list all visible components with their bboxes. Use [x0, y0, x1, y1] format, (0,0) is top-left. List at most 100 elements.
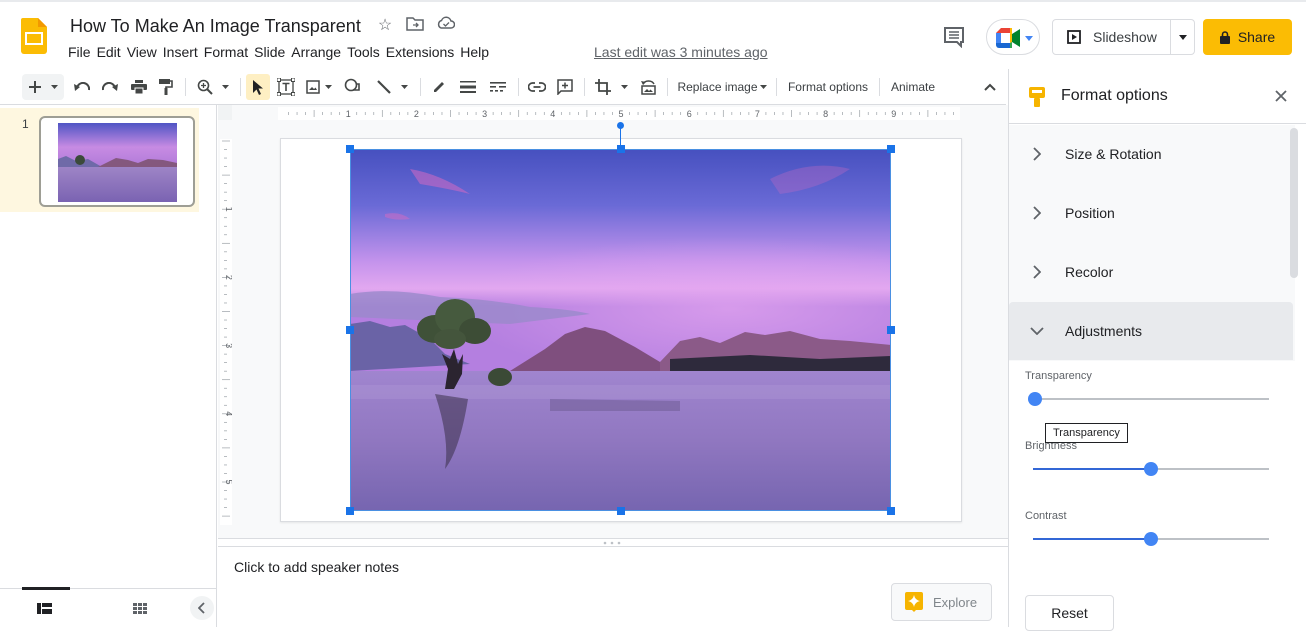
resize-handle-bottom[interactable] [617, 507, 625, 515]
cloud-saved-icon[interactable] [436, 16, 456, 36]
google-slides-logo-icon[interactable] [21, 18, 47, 54]
animate-button[interactable]: Animate [886, 74, 940, 100]
comment-history-icon[interactable] [943, 26, 965, 49]
redo-icon [102, 82, 118, 91]
menu-edit[interactable]: Edit [97, 44, 127, 60]
paint-format-icon [159, 79, 173, 95]
menu-bar: File Edit View Insert Format Slide Arran… [68, 44, 495, 60]
star-icon[interactable]: ☆ [375, 16, 395, 36]
selection-bounding-box [350, 149, 891, 511]
explore-button[interactable]: Explore [891, 583, 992, 621]
shape-button[interactable] [341, 74, 365, 100]
lock-icon [1219, 30, 1230, 44]
speaker-notes-placeholder[interactable]: Click to add speaker notes [234, 559, 399, 575]
horizontal-ruler[interactable]: 1 2 3 4 5 6 7 8 9 [278, 107, 960, 120]
redo-button[interactable] [98, 74, 122, 100]
speaker-notes[interactable]: Click to add speaker notes Explore [218, 547, 1008, 627]
section-size-rotation[interactable]: Size & Rotation [1009, 125, 1293, 183]
comment-add-icon [557, 79, 573, 95]
ruler-label: 2 [224, 275, 232, 280]
document-title[interactable]: How To Make An Image Transparent [70, 16, 361, 37]
vertical-ruler[interactable]: 1 2 3 4 5 [220, 139, 232, 525]
image-icon [306, 80, 320, 94]
slideshow-button[interactable]: Slideshow [1053, 20, 1172, 54]
menu-arrange[interactable]: Arrange [291, 44, 347, 60]
line-button[interactable] [372, 74, 412, 100]
new-slide-button[interactable] [22, 74, 64, 100]
select-tool-button[interactable] [246, 74, 270, 100]
panel-scrollbar[interactable] [1290, 128, 1298, 278]
close-icon[interactable] [1271, 86, 1291, 106]
rotation-handle[interactable] [617, 122, 624, 129]
ruler-label: 1 [346, 109, 351, 119]
resize-handle-bottom-right[interactable] [887, 507, 895, 515]
section-recolor[interactable]: Recolor [1009, 243, 1293, 301]
insert-image-button[interactable] [302, 74, 336, 100]
menu-insert[interactable]: Insert [163, 44, 204, 60]
menu-extensions[interactable]: Extensions [386, 44, 460, 60]
slide-canvas[interactable] [280, 122, 962, 522]
meet-button[interactable] [986, 19, 1040, 55]
paint-format-button[interactable] [154, 74, 178, 100]
contrast-label: Contrast [1025, 510, 1067, 522]
border-color-icon [434, 82, 444, 92]
border-weight-button[interactable] [456, 74, 480, 100]
adjustments-content: Transparency Brightness Contrast Reset [1009, 361, 1295, 631]
menu-view[interactable]: View [127, 44, 163, 60]
slider-thumb[interactable] [1028, 392, 1042, 406]
reset-image-button[interactable] [636, 74, 660, 100]
grid-view-icon[interactable] [133, 603, 147, 614]
ruler-label: 5 [618, 109, 623, 119]
collapse-filmstrip-button[interactable] [190, 596, 214, 620]
menu-help[interactable]: Help [460, 44, 495, 60]
print-button[interactable] [127, 74, 151, 100]
menu-tools[interactable]: Tools [347, 44, 386, 60]
resize-handle-left[interactable] [346, 326, 354, 334]
section-position[interactable]: Position [1009, 184, 1293, 242]
resize-handle-top-left[interactable] [346, 145, 354, 153]
filmstrip-view-icon[interactable] [37, 603, 52, 614]
brightness-slider[interactable] [1033, 461, 1269, 477]
slide-thumbnail-row[interactable]: 1 [0, 108, 199, 212]
reset-button[interactable]: Reset [1025, 595, 1114, 631]
contrast-slider[interactable] [1033, 531, 1269, 547]
last-edit-link[interactable]: Last edit was 3 minutes ago [594, 44, 768, 60]
menu-file[interactable]: File [68, 44, 97, 60]
transparency-slider[interactable] [1028, 391, 1269, 407]
format-options-button[interactable]: Format options [782, 74, 874, 100]
chevron-down-icon [1030, 327, 1044, 335]
chevron-down-icon [1178, 34, 1187, 40]
menu-format[interactable]: Format [204, 44, 254, 60]
slide-thumbnail[interactable] [39, 116, 195, 207]
crop-button[interactable] [591, 74, 631, 100]
collapse-toolbar-button[interactable] [978, 74, 1002, 100]
add-comment-button[interactable] [553, 74, 577, 100]
chevron-right-icon [1033, 265, 1041, 279]
slide-number: 1 [22, 117, 29, 131]
slider-thumb[interactable] [1144, 532, 1158, 546]
section-adjustments[interactable]: Adjustments [1009, 302, 1293, 360]
border-color-button[interactable] [427, 74, 451, 100]
share-button[interactable]: Share [1203, 19, 1292, 55]
resize-handle-bottom-left[interactable] [346, 507, 354, 515]
replace-image-button[interactable]: Replace image [674, 74, 770, 100]
ruler-corner [218, 105, 232, 120]
resize-handle-top[interactable] [617, 145, 625, 153]
resize-handle-right[interactable] [887, 326, 895, 334]
zoom-button[interactable] [193, 74, 233, 100]
ruler-label: 8 [823, 109, 828, 119]
insert-link-button[interactable] [525, 74, 549, 100]
line-icon [376, 80, 391, 94]
menu-slide[interactable]: Slide [254, 44, 291, 60]
text-box-button[interactable] [274, 74, 298, 100]
slider-thumb[interactable] [1144, 462, 1158, 476]
undo-button[interactable] [70, 74, 94, 100]
move-to-folder-icon[interactable] [405, 16, 425, 36]
slideshow-options-dropdown[interactable] [1171, 20, 1194, 54]
resize-handle-top-right[interactable] [887, 145, 895, 153]
border-dash-button[interactable] [486, 74, 510, 100]
section-label: Position [1065, 205, 1115, 221]
notes-resize-handle[interactable] [218, 538, 1008, 547]
toolbar-divider [879, 78, 880, 96]
toolbar: Replace image Format options Animate [0, 69, 1006, 105]
